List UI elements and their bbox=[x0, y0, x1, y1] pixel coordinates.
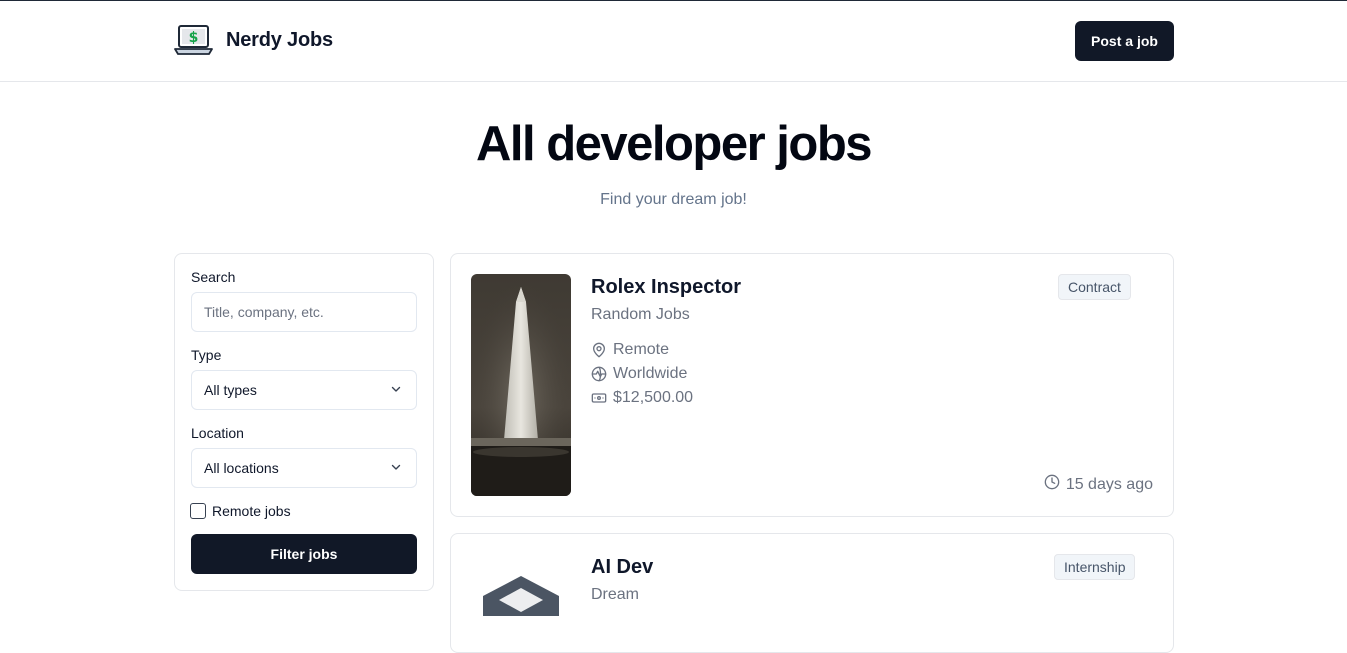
banknote-icon bbox=[591, 390, 607, 406]
job-type-badge: Contract bbox=[1058, 274, 1131, 300]
location-label: Location bbox=[191, 425, 244, 441]
job-posted-time: 15 days ago bbox=[1044, 474, 1153, 495]
job-card[interactable]: AI Dev Dream Internship bbox=[450, 533, 1174, 653]
job-location-type-text: Remote bbox=[613, 341, 670, 358]
job-type-badge: Internship bbox=[1054, 554, 1136, 580]
clock-icon bbox=[1044, 474, 1060, 495]
job-image bbox=[471, 274, 571, 496]
filter-jobs-button[interactable]: Filter jobs bbox=[191, 534, 417, 574]
page-title: All developer jobs bbox=[475, 117, 873, 171]
job-title: Rolex Inspector bbox=[591, 276, 742, 298]
chevron-down-icon bbox=[390, 460, 402, 476]
location-select[interactable]: All locations bbox=[191, 448, 417, 488]
post-job-button[interactable]: Post a job bbox=[1075, 21, 1174, 61]
site-header: $ Nerdy Jobs Post a job bbox=[0, 1, 1347, 82]
job-company: Dream bbox=[591, 586, 640, 603]
remote-jobs-label[interactable]: Remote jobs bbox=[212, 503, 291, 519]
page-subtitle: Find your dream job! bbox=[600, 191, 747, 208]
company-logo bbox=[483, 576, 559, 616]
job-title: AI Dev bbox=[591, 556, 654, 578]
job-location: Worldwide bbox=[591, 365, 687, 383]
search-input[interactable] bbox=[191, 292, 417, 332]
map-pin-icon bbox=[591, 342, 607, 358]
svg-text:$: $ bbox=[189, 30, 199, 46]
job-location-text: Worldwide bbox=[613, 365, 688, 382]
job-posted-text: 15 days ago bbox=[1065, 475, 1153, 493]
remote-jobs-checkbox[interactable] bbox=[190, 503, 206, 519]
job-location-type: Remote bbox=[591, 341, 669, 359]
brand-link[interactable]: $ Nerdy Jobs bbox=[174, 24, 333, 56]
job-card[interactable]: Rolex Inspector Random Jobs Remote World… bbox=[450, 253, 1174, 517]
search-label: Search bbox=[191, 269, 236, 285]
globe-icon bbox=[591, 366, 607, 382]
remote-jobs-row: Remote jobs bbox=[190, 503, 291, 519]
job-salary-text: $12,500.00 bbox=[613, 389, 694, 406]
chevron-down-icon bbox=[390, 382, 402, 398]
location-select-value: All locations bbox=[204, 460, 279, 476]
type-select-value: All types bbox=[204, 382, 257, 398]
laptop-dollar-icon: $ bbox=[174, 24, 213, 56]
filter-panel: Search Type All types Location All locat… bbox=[174, 253, 434, 591]
job-company: Random Jobs bbox=[591, 306, 690, 323]
type-label: Type bbox=[191, 347, 222, 363]
job-salary: $12,500.00 bbox=[591, 389, 693, 407]
brand-name: Nerdy Jobs bbox=[226, 28, 333, 51]
type-select[interactable]: All types bbox=[191, 370, 417, 410]
